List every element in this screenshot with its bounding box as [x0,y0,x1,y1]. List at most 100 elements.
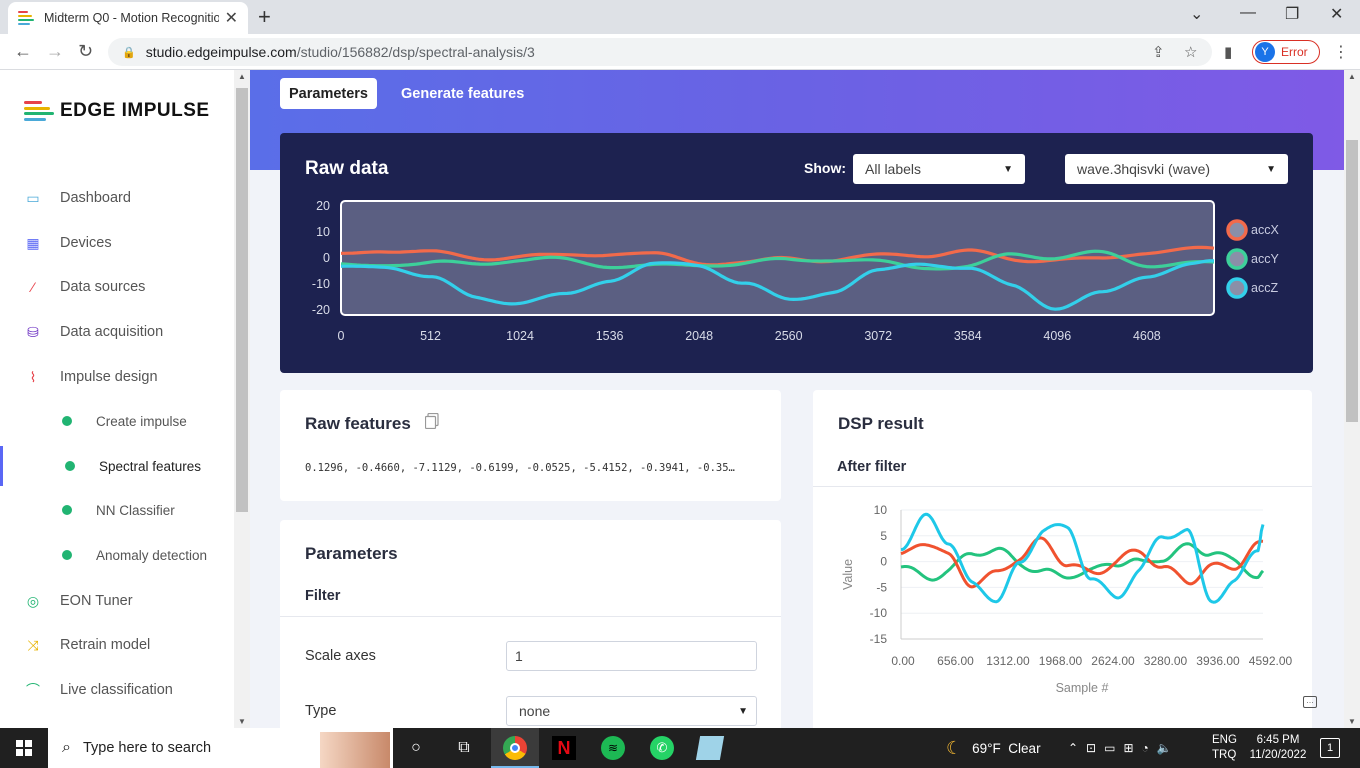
sidebar-item-data-acquisition[interactable]: ⛁ Data acquisition [0,312,234,352]
clock-date: 11/20/2022 [1249,749,1307,761]
legend-marker-icon [1226,248,1248,270]
x-tick-label: 1536 [596,329,624,343]
sidebar: EDGE IMPULSE ▭ Dashboard ▦ Devices ⁄ Data sou… [0,70,234,728]
chrome-icon [503,736,527,760]
share-icon[interactable]: ⇪ [1152,43,1165,61]
sidebar-item-label: Data sources [60,279,146,295]
notification-icon[interactable]: 1 [1320,738,1340,758]
search-highlight-image [320,732,390,768]
whatsapp-icon[interactable]: ✆ [650,736,674,760]
taskbar: ⌕ Type here to search ○ ⧉ N ≋ ✆ ☾ 69°F C… [0,728,1360,768]
browser-tab[interactable]: Midterm Q0 - Motion Recognitio ✕ [8,2,248,34]
pulse-icon: ⌇ [29,368,37,385]
database-icon: ⛁ [27,323,39,340]
after-filter-title: After filter [837,459,907,475]
copy-icon[interactable] [424,412,439,430]
sidebar-item-label: Devices [60,235,112,251]
y-tick-label: -10 [312,277,330,291]
minimize-icon[interactable]: — [1240,4,1256,22]
scale-axes-input[interactable]: 1 [506,641,757,671]
avatar: Y [1255,42,1275,62]
x-tick-label: 4096 [1043,329,1071,343]
close-window-icon[interactable]: ✕ [1330,4,1343,24]
x-tick-label: 3072 [864,329,892,343]
type-select-value: none [519,703,551,719]
after-filter-chart[interactable]: 10 5 0 -5 -10 -150.00 656.00 1312.00 1968.00 2624… [813,486,1312,728]
sidebar-item-nn-classifier[interactable]: NN Classifier [0,490,234,530]
type-select[interactable]: none ▼ [506,696,757,726]
sidebar-item-label: Create impulse [96,413,187,429]
brand-name: EDGE IMPULSE [60,100,210,121]
sidebar-item-spectral-features[interactable]: Spectral features [0,446,234,486]
type-label: Type [305,703,337,719]
chip-icon: ▦ [26,234,40,251]
tab-search-icon[interactable]: ⌄ [1190,4,1203,24]
sidebar-item-label: Data acquisition [60,324,164,340]
sidebar-scrollbar[interactable]: ▲ ▼ [234,70,250,728]
sidebar-item-label: Live classification [60,682,173,698]
forward-icon[interactable]: → [46,41,64,62]
browser-menu-icon[interactable]: ⋮ [1333,42,1349,62]
sidebar-item-create-impulse[interactable]: Create impulse [0,401,234,441]
y-tick-label: 0 [323,251,330,265]
raw-data-chart[interactable]: 20 10 0 -10 -20 0 512 1024 1536 2048 2560 3072 3584 4… [280,133,1313,373]
raw-data-card: Raw data Show: All labels ▼ wave.3hqisvki… [280,133,1313,373]
taskbar-search[interactable]: ⌕ Type here to search [48,728,393,768]
task-view-icon[interactable]: ⧉ [452,736,476,760]
brand-logo[interactable]: EDGE IMPULSE [24,100,210,122]
page-scrollbar[interactable]: ▲ ▼ [1344,70,1360,728]
system-tray-icons[interactable]: ⌃⊡▭⊞◔🔈 [1068,728,1180,768]
profile-button[interactable]: Y Error [1252,40,1320,64]
y-tick-label: 10 [316,225,330,239]
y-axis-label: Value [841,559,855,590]
x-tick-label: 656.00 [937,654,974,668]
url-bar[interactable]: 🔒 studio.edgeimpulse.com/studio/156882/d… [108,38,1212,66]
clock[interactable]: 6:45 PM 11/20/2022 [1248,733,1308,763]
cortana-icon[interactable]: ○ [404,736,428,760]
reload-icon[interactable]: ↻ [78,41,93,62]
sidebar-item-eon-tuner[interactable]: ◎ EON Tuner [0,581,234,621]
page: EDGE IMPULSE ▭ Dashboard ▦ Devices ⁄ Data sou… [0,70,1360,728]
back-icon[interactable]: ← [14,41,32,62]
sidebar-item-devices[interactable]: ▦ Devices [0,223,234,263]
close-tab-icon[interactable]: ✕ [225,8,238,28]
windows-start-icon[interactable] [16,740,32,756]
netflix-icon[interactable]: N [552,736,576,760]
sidebar-item-dashboard[interactable]: ▭ Dashboard [0,178,234,218]
shuffle-icon: ⤨ [27,636,39,653]
x-tick-label: 4592.00 [1249,654,1293,668]
tab-parameters[interactable]: Parameters [280,78,377,109]
x-tick-label: 2560 [775,329,803,343]
sidebar-item-anomaly-detection[interactable]: Anomaly detection [0,535,234,575]
tab-generate-features[interactable]: Generate features [392,78,533,109]
signal-icon: ⌒ [26,682,40,698]
filter-section-title: Filter [305,588,341,604]
x-tick-label: 1968.00 [1039,654,1083,668]
legend-marker-icon [1226,219,1248,241]
legend-label: accZ [1251,281,1278,295]
y-tick-label: -10 [870,606,888,620]
sidebar-item-live-classification[interactable]: ⌒ Live classification [0,670,234,710]
new-tab-icon[interactable]: + [258,4,271,30]
side-panel-icon[interactable]: ▮ [1224,43,1232,61]
sidebar-item-label: Retrain model [60,637,151,653]
sidebar-item-impulse-design[interactable]: ⌇ Impulse design [0,357,234,397]
restore-icon[interactable]: ❐ [1285,4,1299,24]
language-indicator[interactable]: ENG TRQ [1212,733,1237,763]
sidebar-item-data-sources[interactable]: ⁄ Data sources [0,267,234,307]
wand-icon: ⁄ [31,279,35,295]
sidebar-item-label: EON Tuner [60,593,133,609]
compass-icon: ◎ [26,592,40,609]
spotify-icon[interactable]: ≋ [601,736,625,760]
sidebar-item-label: NN Classifier [96,502,175,518]
browser-tabbar: Midterm Q0 - Motion Recognitio ✕ + ⌄ — ❐… [0,0,1360,34]
raw-features-title: Raw features [305,414,411,433]
chrome-taskbar-button[interactable] [491,728,539,768]
bookmark-star-icon[interactable]: ☆ [1184,43,1197,61]
y-tick-label: 5 [880,529,887,543]
app-icon[interactable] [695,736,725,760]
sidebar-item-retrain-model[interactable]: ⤨ Retrain model [0,625,234,665]
feedback-icon[interactable]: … [1303,696,1317,708]
weather-widget[interactable]: ☾ 69°F Clear [946,728,1041,768]
lock-icon: 🔒 [122,46,136,59]
